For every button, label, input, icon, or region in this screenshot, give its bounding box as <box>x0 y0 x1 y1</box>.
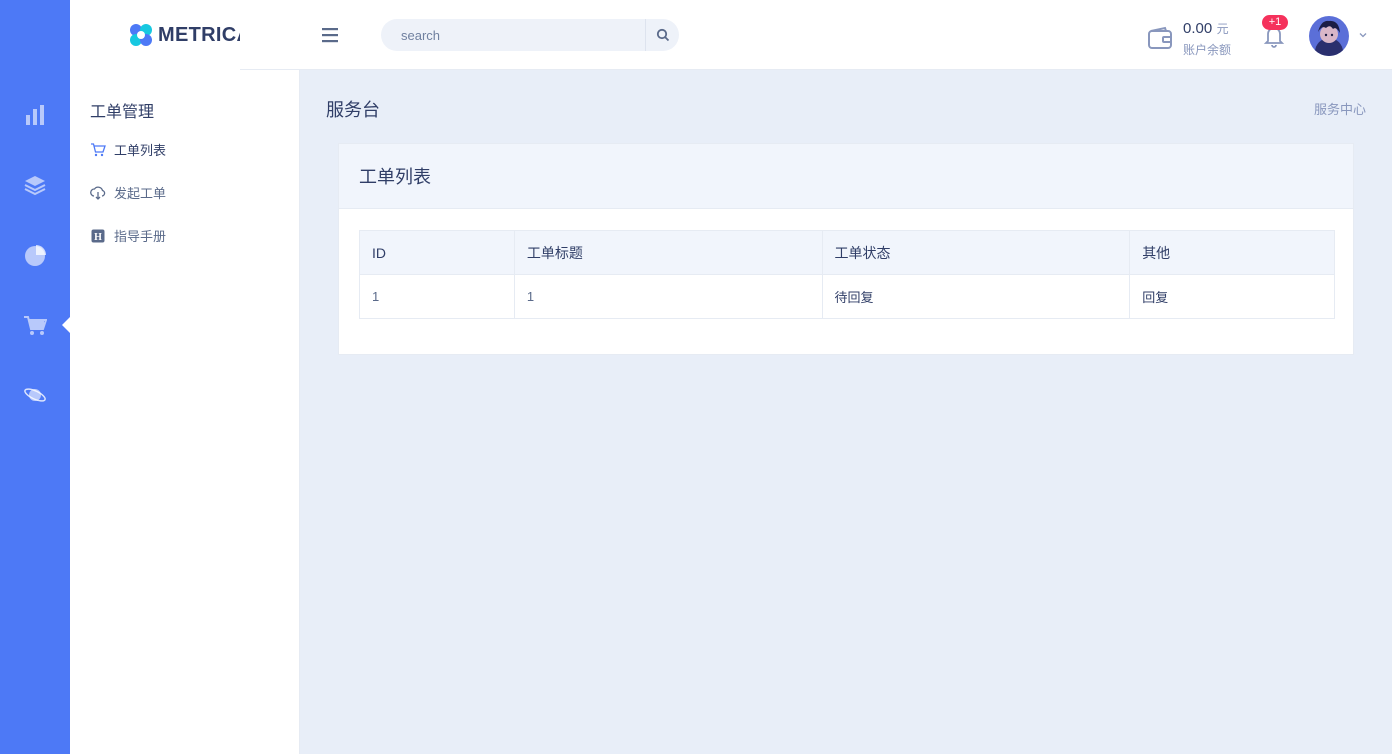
breadcrumb[interactable]: 服务中心 <box>1314 99 1366 118</box>
card-title: 工单列表 <box>339 144 1353 209</box>
brand-logo[interactable]: METRICA <box>128 22 251 48</box>
icon-rail <box>0 0 70 754</box>
balance-amount: 0.00 <box>1183 20 1213 37</box>
cart-icon <box>24 316 47 335</box>
active-indicator <box>62 317 70 333</box>
subnav-item-new-ticket[interactable]: 发起工单 <box>90 183 166 202</box>
rail-item-planet[interactable] <box>0 375 70 415</box>
rail-item-layers[interactable] <box>0 165 70 205</box>
cart-icon <box>91 142 106 156</box>
cloud-download-icon <box>90 186 106 200</box>
bar-chart-icon <box>26 105 44 125</box>
page-title: 服务台 <box>326 100 380 120</box>
rail-item-analytics[interactable] <box>0 95 70 135</box>
search-input[interactable] <box>381 19 645 51</box>
ticket-status: 待回复 <box>821 274 1131 319</box>
column-header-title: 工单标题 <box>513 230 823 275</box>
search-button[interactable] <box>645 19 679 51</box>
ticket-title: 1 <box>513 274 823 319</box>
logo-icon <box>130 24 152 46</box>
handbook-icon: H <box>91 229 105 243</box>
subnav-title: 工单管理 <box>90 104 155 121</box>
svg-text:H: H <box>94 232 102 243</box>
hamburger-menu-icon[interactable] <box>320 24 342 46</box>
balance-label: 账户余额 <box>1183 43 1232 57</box>
balance-unit: 元 <box>1216 22 1229 36</box>
column-header-id: ID <box>359 230 515 275</box>
table-row: 1 1 待回复 回复 <box>359 274 1335 319</box>
ticket-list-card: 工单列表 ID 工单标题 工单状态 其他 1 1 待回复 回复 <box>338 143 1354 355</box>
subnav-item-label: 指导手册 <box>114 229 167 244</box>
reply-link[interactable]: 回复 <box>1129 274 1335 319</box>
sub-sidebar: METRICA 工单管理 工单列表 发起工单 H 指导手册 <box>70 0 300 754</box>
avatar-image <box>1309 16 1349 56</box>
subnav-item-handbook[interactable]: H 指导手册 <box>90 226 166 245</box>
balance-text: 0.00 元 账户余额 <box>1183 20 1231 58</box>
account-balance[interactable]: 0.00 元 账户余额 <box>1147 20 1231 58</box>
rail-item-cart[interactable] <box>0 305 70 345</box>
subnav-item-ticket-list[interactable]: 工单列表 <box>90 140 166 159</box>
wallet-icon <box>1148 26 1172 49</box>
brand-name: METRICA <box>158 23 252 46</box>
notification-badge: +1 <box>1262 15 1288 30</box>
layers-icon <box>24 176 46 196</box>
subnav-item-label: 发起工单 <box>114 186 167 201</box>
top-bar: 0.00 元 账户余额 +1 <box>240 0 1392 70</box>
chevron-down-icon[interactable] <box>1358 30 1368 40</box>
ticket-id: 1 <box>359 274 515 319</box>
search-box <box>381 19 679 51</box>
subnav-item-label: 工单列表 <box>114 143 167 158</box>
planet-icon <box>24 388 46 402</box>
search-icon <box>656 28 669 42</box>
pie-chart-icon <box>25 245 46 266</box>
table-header-row: ID 工单标题 工单状态 其他 <box>359 230 1335 275</box>
rail-item-pie[interactable] <box>0 235 70 275</box>
column-header-other: 其他 <box>1129 230 1335 275</box>
ticket-table: ID 工单标题 工单状态 其他 1 1 待回复 回复 <box>359 230 1335 319</box>
column-header-status: 工单状态 <box>821 230 1131 275</box>
user-avatar[interactable] <box>1309 16 1349 56</box>
